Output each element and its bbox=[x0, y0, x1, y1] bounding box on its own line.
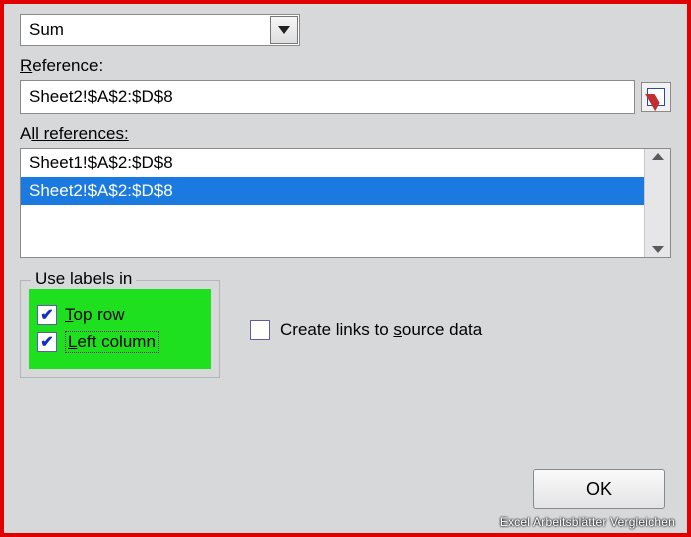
create-links-checkbox[interactable]: ✔ bbox=[250, 320, 270, 340]
function-dropdown-value: Sum bbox=[21, 20, 269, 40]
highlight-box: ✔ Top row ✔ Left column bbox=[29, 289, 211, 369]
list-item[interactable]: Sheet2!$A$2:$D$8 bbox=[21, 177, 644, 205]
ok-button[interactable]: OK bbox=[533, 469, 665, 509]
function-dropdown[interactable]: Sum bbox=[20, 14, 300, 46]
left-column-label: Left column bbox=[65, 331, 159, 353]
dropdown-button[interactable] bbox=[270, 16, 298, 44]
range-picker-button[interactable] bbox=[641, 82, 671, 112]
create-links-label: Create links to source data bbox=[280, 320, 482, 340]
reference-label: Reference: bbox=[20, 56, 671, 76]
watermark-text: Excel Arbeitsblätter Vergleichen bbox=[500, 515, 675, 529]
chevron-down-icon bbox=[278, 26, 290, 34]
use-labels-group: Use labels in ✔ Top row ✔ Left column bbox=[20, 280, 220, 378]
all-references-label: All references: bbox=[20, 124, 671, 144]
scroll-up-icon bbox=[652, 153, 664, 160]
range-picker-icon bbox=[647, 88, 665, 106]
all-references-listbox[interactable]: Sheet1!$A$2:$D$8 Sheet2!$A$2:$D$8 bbox=[20, 148, 671, 258]
scrollbar[interactable] bbox=[644, 149, 670, 257]
scroll-down-icon bbox=[652, 246, 664, 253]
reference-input[interactable] bbox=[20, 80, 635, 114]
list-item[interactable]: Sheet1!$A$2:$D$8 bbox=[21, 149, 644, 177]
top-row-checkbox[interactable]: ✔ bbox=[37, 305, 57, 325]
consolidate-dialog: Sum Reference: All references: Sheet1!$A… bbox=[0, 0, 691, 537]
top-row-label: Top row bbox=[65, 305, 125, 325]
use-labels-legend: Use labels in bbox=[31, 269, 136, 289]
left-column-checkbox[interactable]: ✔ bbox=[37, 332, 57, 352]
